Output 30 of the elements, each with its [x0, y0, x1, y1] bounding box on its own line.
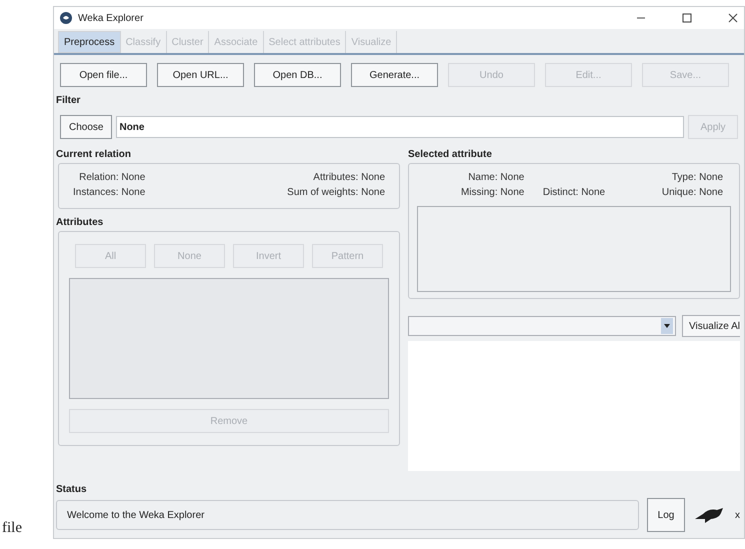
section-heading: Filter: [56, 94, 82, 108]
relation-info: Sum of weights: None: [287, 186, 385, 200]
toolbar-button[interactable]: Generate...: [351, 63, 438, 87]
section-heading: Attributes: [56, 216, 104, 230]
visualize-all-button[interactable]: Visualize Al: [682, 315, 740, 337]
section-heading: Selected attribute: [408, 148, 493, 162]
close-icon[interactable]: [728, 13, 738, 23]
attribute-stat: Unique: None: [662, 186, 723, 200]
caption-text: file: [1, 518, 23, 538]
app-logo-icon: [60, 12, 72, 24]
toolbar-button[interactable]: Open URL...: [157, 63, 244, 87]
choose-button[interactable]: Choose: [60, 115, 112, 139]
maximize-icon[interactable]: [682, 13, 692, 23]
relation-info: Attributes: None: [313, 171, 385, 185]
relation-info: Instances: None: [73, 186, 146, 200]
toolbar-button[interactable]: Open DB...: [254, 63, 341, 87]
status-bar: Welcome to the Weka Explorer: [56, 500, 639, 530]
task-count: x: [735, 508, 741, 522]
attribute-stat: Missing: None: [460, 186, 524, 200]
log-button[interactable]: Log: [647, 498, 685, 532]
attribute-stat: Type: None: [672, 171, 723, 185]
filter-field[interactable]: None: [116, 116, 684, 138]
toolbar-button[interactable]: Open file...: [60, 63, 147, 87]
relation-info: Relation: None: [79, 171, 146, 185]
section-heading: Current relation: [56, 148, 132, 162]
tab[interactable]: Preprocess: [58, 31, 121, 53]
section-heading: Status: [56, 483, 88, 497]
attribute-stat: Distinct: None: [542, 186, 606, 200]
window-title: Weka Explorer: [78, 12, 144, 26]
attribute-stat: Name: None: [468, 171, 524, 185]
